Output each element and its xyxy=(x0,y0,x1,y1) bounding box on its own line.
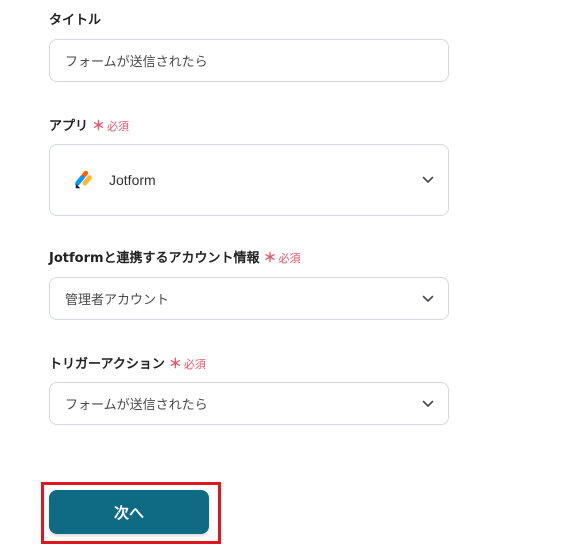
app-select-value: Jotform xyxy=(109,172,156,188)
required-mark: ＊ xyxy=(168,357,182,372)
next-button[interactable]: 次へ xyxy=(49,490,209,534)
trigger-select[interactable]: フォームが送信されたら xyxy=(49,382,449,425)
title-input[interactable]: フォームが送信されたら xyxy=(49,39,449,82)
app-label: アプリ＊必須 xyxy=(49,119,130,134)
jotform-logo-icon xyxy=(75,170,92,189)
required-text: 必須 xyxy=(107,120,130,133)
account-label: Jotformと連携するアカウント情報＊必須 xyxy=(49,251,301,266)
required-mark: ＊ xyxy=(263,251,277,266)
required-text: 必須 xyxy=(278,252,301,265)
title-input-value: フォームが送信されたら xyxy=(65,55,208,70)
chevron-down-icon xyxy=(422,176,434,183)
trigger-label: トリガーアクション＊必須 xyxy=(49,357,206,372)
title-label: タイトル xyxy=(49,13,102,28)
required-text: 必須 xyxy=(183,358,206,371)
account-select-value: 管理者アカウント xyxy=(65,293,170,308)
trigger-select-value: フォームが送信されたら xyxy=(65,398,208,413)
chevron-down-icon xyxy=(422,400,434,407)
account-select[interactable]: 管理者アカウント xyxy=(49,277,449,320)
required-mark: ＊ xyxy=(92,119,106,134)
app-select[interactable]: Jotform xyxy=(49,144,449,216)
chevron-down-icon xyxy=(422,295,434,302)
